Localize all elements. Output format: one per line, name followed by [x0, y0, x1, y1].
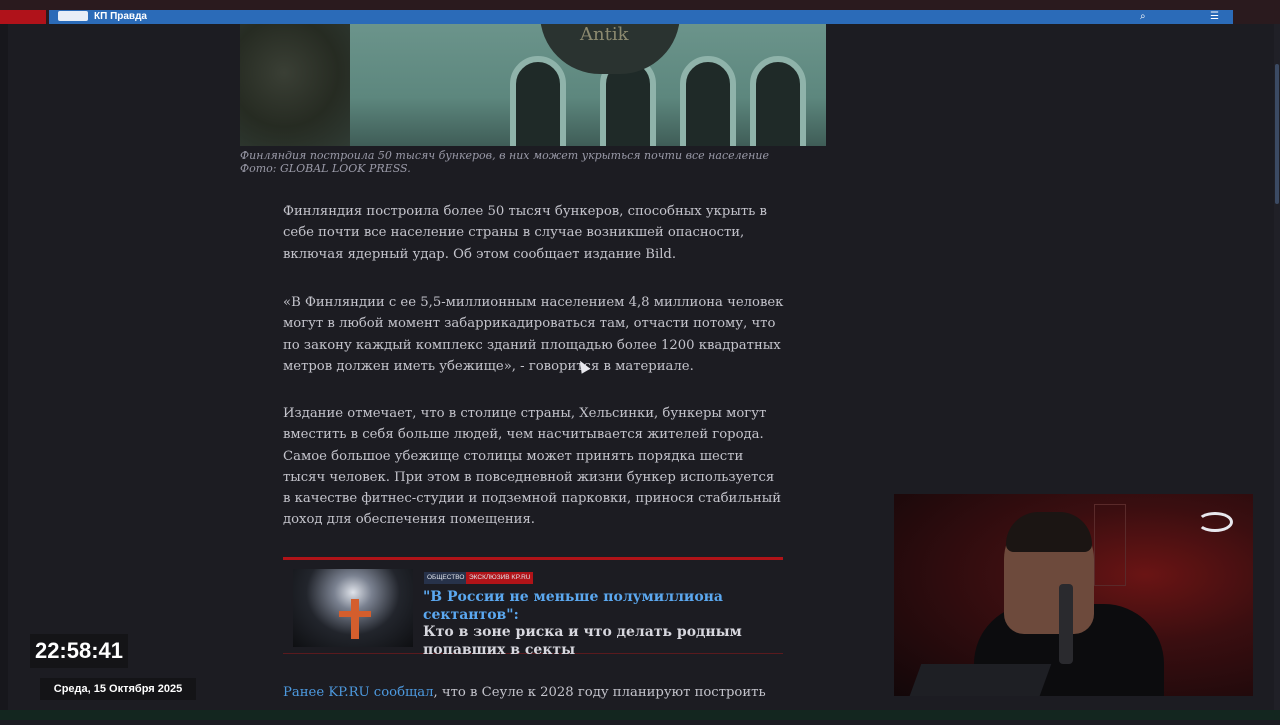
date-overlay: Среда, 15 Октября 2025 [40, 678, 196, 700]
site-logo[interactable]: КП Правда [58, 10, 147, 24]
scrollbar[interactable] [1274, 24, 1280, 720]
hero-arch [510, 56, 566, 146]
left-gutter [0, 24, 8, 720]
related-article-image[interactable] [293, 569, 413, 647]
menu-icon[interactable]: ☰ [1210, 11, 1222, 23]
kp-link[interactable]: Ранее KP.RU сообщал [283, 685, 434, 700]
webcam-streamer-hair [1006, 512, 1092, 552]
logo-mark-icon [58, 11, 88, 22]
related-title-rest: Кто в зоне риска и что делать родным поп… [423, 624, 742, 658]
site-header [49, 10, 1233, 24]
image-caption: Финляндия построила 50 тысяч бункеров, в… [240, 149, 826, 175]
exclusive-tag[interactable]: ЭКСКЛЮЗИВ KP.RU [466, 572, 534, 584]
category-tag[interactable]: ОБЩЕСТВО [424, 572, 468, 584]
clock-overlay: 22:58:41 [30, 634, 128, 668]
article-paragraph: Финляндия построила более 50 тысяч бунке… [283, 204, 767, 262]
article-paragraph: «В Финляндии с ее 5,5-миллионным населен… [283, 295, 784, 374]
neon-logo-icon [1197, 512, 1233, 532]
related-title-quote: "В России не меньше полумиллиона сектант… [423, 589, 723, 623]
search-icon[interactable]: ⌕ [1140, 11, 1152, 23]
photo-credit: Фото: GLOBAL LOOK PRESS. [240, 162, 411, 175]
hero-arch [680, 56, 736, 146]
caption-text: Финляндия построила 50 тысяч бункеров, в… [240, 149, 769, 162]
logo-text: КП Правда [94, 11, 147, 22]
scrollbar-thumb[interactable] [1275, 64, 1279, 204]
stage-crossbar [339, 611, 371, 617]
browser-tab-marker [0, 10, 46, 24]
related-article-title[interactable]: "В России не меньше полумиллиона сектант… [423, 589, 779, 659]
webcam-desk [906, 664, 1052, 696]
bottom-strip [0, 710, 1280, 720]
article-hero-image: Antik [240, 24, 826, 146]
webcam-overlay [894, 494, 1253, 696]
microphone-icon [1059, 584, 1073, 664]
related-article-card[interactable]: ОБЩЕСТВО ЭКСКЛЮЗИВ KP.RU "В России не ме… [283, 557, 783, 658]
stage-cross [351, 599, 359, 639]
article-paragraph: Издание отмечает, что в столице страны, … [283, 406, 781, 528]
webcam-shelf [1094, 504, 1126, 586]
hero-sign-text: Antik [580, 24, 629, 45]
hero-tree [240, 24, 350, 146]
hero-arch [750, 56, 806, 146]
